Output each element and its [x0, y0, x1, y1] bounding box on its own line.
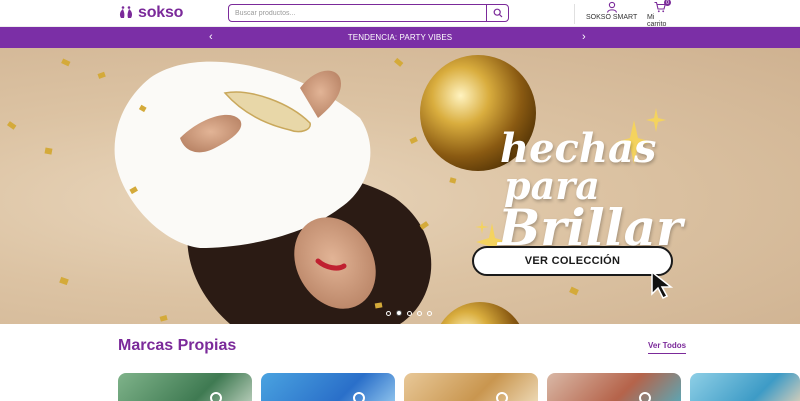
brand-card[interactable] [690, 373, 800, 401]
carousel-dot[interactable] [407, 310, 412, 316]
card-badge-icon [496, 392, 508, 401]
chevron-right-icon[interactable]: › [582, 31, 586, 43]
brand-card[interactable] [404, 373, 538, 401]
slogan-line-3: Brillar [498, 198, 683, 258]
search-icon [493, 8, 502, 18]
search-button[interactable] [486, 4, 508, 22]
promo-text[interactable]: TENDENCIA: PARTY VIBES [348, 33, 452, 42]
carousel-dot[interactable] [427, 310, 432, 316]
logo-text: sokso [138, 4, 184, 21]
user-icon [606, 1, 617, 13]
carousel-dot-active[interactable] [396, 310, 402, 316]
hero-photo [7, 55, 666, 324]
logo-icon [119, 6, 133, 18]
card-badge-icon [210, 392, 222, 401]
cart-label: Mi carrito [647, 14, 667, 28]
brand-card[interactable] [547, 373, 681, 401]
carousel-dots [386, 310, 432, 316]
header-divider [574, 4, 575, 24]
hero-slogan: hechas para Brillar [498, 129, 683, 258]
cart-count-badge: 0 [664, 0, 671, 6]
chevron-left-icon[interactable]: ‹ [209, 31, 213, 43]
card-badge-icon [639, 392, 651, 401]
hero-banner[interactable]: hechas para Brillar VER COLECCIÓN [0, 48, 800, 324]
brand-card[interactable] [261, 373, 395, 401]
logo[interactable]: sokso [118, 4, 183, 22]
carousel-dot[interactable] [386, 310, 391, 316]
account-button[interactable]: SOKSO SMART [586, 1, 637, 21]
cursor-icon [651, 270, 674, 300]
cart-button[interactable]: 0 Mi carrito [647, 0, 673, 28]
section-title: Marcas Propias [118, 337, 237, 354]
see-all-link[interactable]: Ver Todos [648, 341, 687, 354]
search-input[interactable] [235, 7, 475, 20]
promo-bar: ‹ TENDENCIA: PARTY VIBES › [0, 27, 800, 48]
account-label: SOKSO SMART [586, 14, 638, 21]
view-collection-button[interactable]: VER COLECCIÓN [472, 246, 673, 276]
page: sokso SOKSO SMART [0, 0, 800, 401]
card-badge-icon [353, 392, 365, 401]
carousel-dot[interactable] [417, 310, 422, 316]
search-bar [228, 4, 509, 22]
site-header: sokso SOKSO SMART [0, 0, 800, 28]
brand-card[interactable] [118, 373, 252, 401]
brand-cards [118, 373, 800, 401]
